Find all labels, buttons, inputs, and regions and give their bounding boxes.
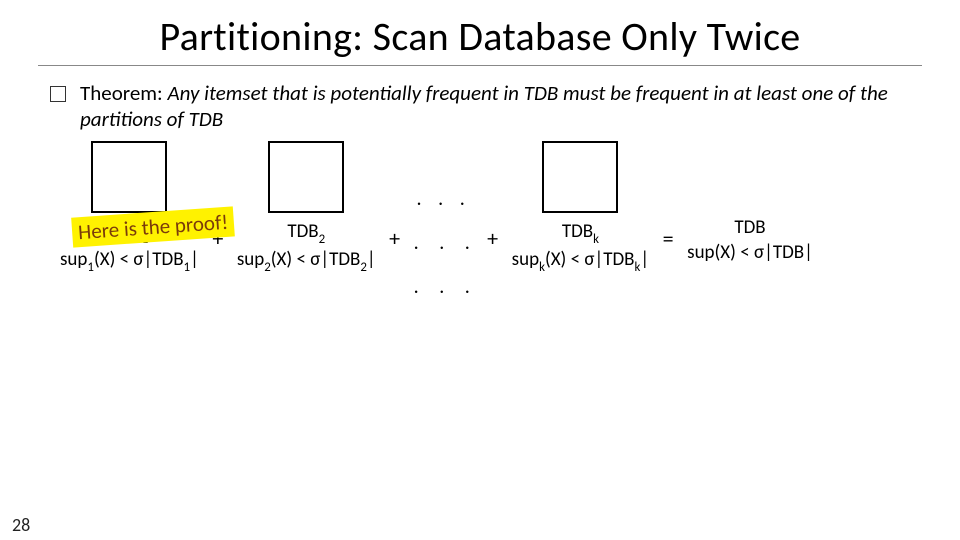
plus-3: +	[474, 225, 512, 252]
theorem-text: Theorem: Any itemset that is potentially…	[80, 80, 910, 133]
partition-caption: TDB2 sup2(X) < σ|TDB2|	[237, 219, 376, 275]
partition-sum: TDB sup(X) < σ|TDB|	[687, 141, 813, 266]
plus-2: +	[376, 225, 414, 252]
title-rule	[38, 65, 922, 66]
theorem-body: Any itemset that is potentially frequent…	[80, 80, 888, 132]
partition-box-empty	[714, 141, 786, 209]
partition-box	[268, 141, 344, 213]
partition-1: TDB1 sup1(X) < σ|TDB1|	[60, 141, 199, 275]
equals: =	[649, 225, 687, 252]
partition-k: TDBk supk(X) < σ|TDBk|	[512, 141, 649, 275]
theorem-lead: Theorem:	[80, 80, 163, 106]
theorem-row: Theorem: Any itemset that is potentially…	[50, 80, 910, 133]
slide-title: Partitioning: Scan Database Only Twice	[60, 12, 900, 61]
bullet-icon	[50, 86, 66, 102]
partition-box	[542, 141, 618, 213]
partition-caption: TDBk supk(X) < σ|TDBk|	[512, 219, 649, 275]
partition-box	[91, 141, 167, 213]
page-number: 28	[12, 514, 30, 536]
partition-2: TDB2 sup2(X) < σ|TDB2|	[237, 141, 376, 275]
partition-caption: TDB sup(X) < σ|TDB|	[687, 215, 813, 266]
ellipsis: . . . . . . . . .	[414, 187, 474, 299]
